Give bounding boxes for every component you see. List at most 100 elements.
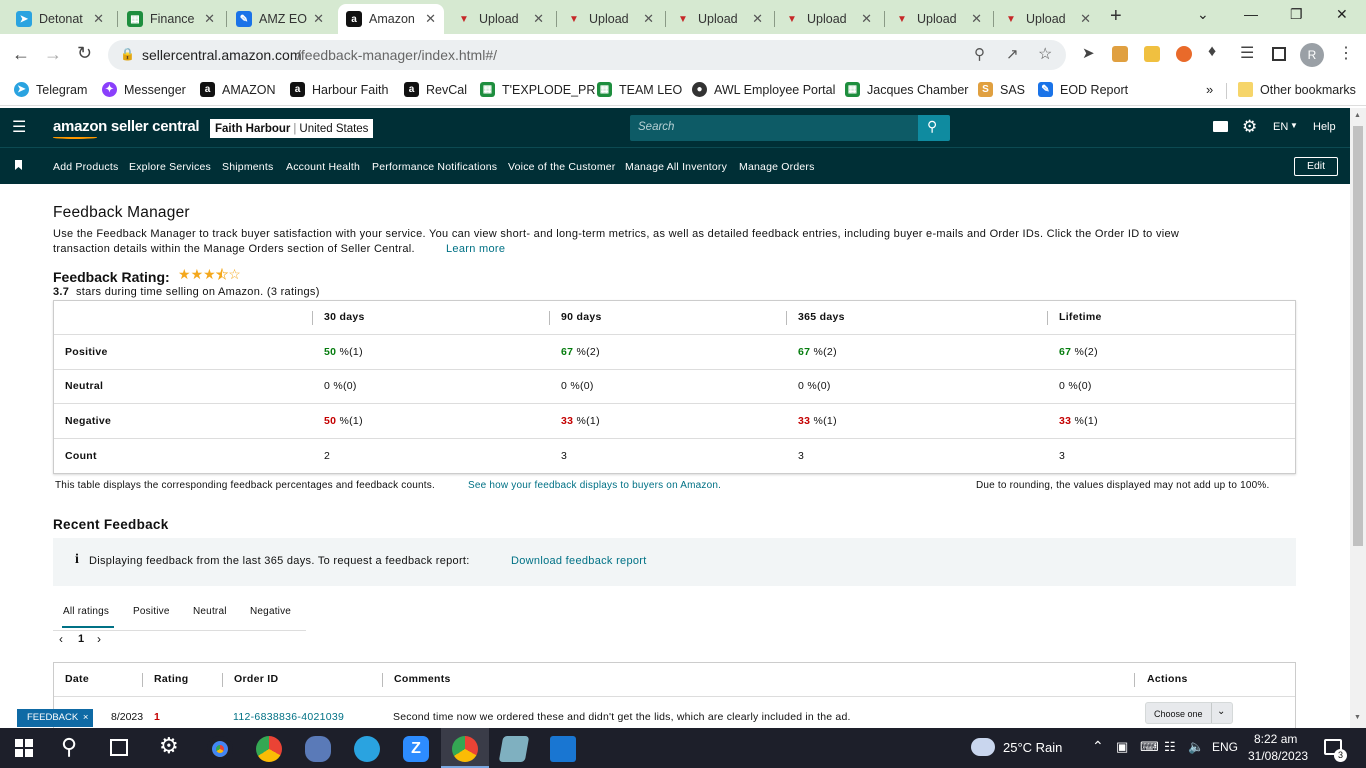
settings-gear-icon[interactable]: ⚙ [159,733,179,759]
scroll-up-icon[interactable]: ▲ [1354,112,1361,119]
seller-central-logo[interactable]: amazon seller central [53,118,200,135]
close-tab-icon[interactable]: ✕ [533,11,544,27]
volume-icon[interactable]: 🔈 [1188,739,1204,755]
rating-filter-tab[interactable]: Negative [250,606,291,617]
nav-item[interactable]: Account Health [286,161,360,173]
bookmark-item[interactable]: ▦ TEAM LEO [597,82,682,97]
browser-tab[interactable]: ▼ Upload ✕ [776,4,880,34]
page-scrollbar[interactable]: ▲ ▼ [1350,108,1366,728]
download-feedback-report-link[interactable]: Download feedback report [511,555,647,567]
mail-icon[interactable] [1213,121,1228,132]
task-view-icon[interactable] [110,739,128,756]
meet-icon[interactable]: ▣ [1116,739,1128,755]
close-tab-icon[interactable]: ✕ [425,11,436,27]
profile-avatar[interactable]: R [1300,43,1324,67]
browser-tab[interactable]: ▦ Finance ✕ [119,4,223,34]
scrollbar-thumb[interactable] [1353,126,1363,546]
extension-fox-icon[interactable] [1176,46,1192,62]
minimize-icon[interactable]: — [1244,6,1258,22]
rating-filter-tab[interactable]: All ratings [63,606,109,617]
rating-filter-tab[interactable]: Neutral [193,606,227,617]
chevron-down-icon[interactable]: ⌄ [1197,6,1209,23]
actions-dropdown[interactable]: Choose one ⌄ [1145,702,1233,724]
side-panel-icon[interactable] [1272,47,1286,61]
help-link[interactable]: Help [1313,121,1336,133]
close-tab-icon[interactable]: ✕ [204,11,215,27]
browser-tab[interactable]: ▼ Upload ✕ [558,4,662,34]
browser-tab[interactable]: ▼ Upload ✕ [886,4,990,34]
chrome-icon[interactable] [452,736,478,762]
nav-item[interactable]: Manage Orders [739,161,815,173]
extension-boost-icon[interactable] [1144,46,1160,62]
nav-item[interactable]: Add Products [53,161,118,173]
bookmark-item[interactable]: a AMAZON [200,82,275,97]
order-id-link[interactable]: 112-6838836-4021039 [233,711,344,723]
bookmark-item[interactable]: ✎ EOD Report [1038,82,1128,97]
close-tab-icon[interactable]: ✕ [643,11,654,27]
back-icon[interactable]: ← [12,44,30,65]
close-tab-icon[interactable]: ✕ [971,11,982,27]
account-switcher[interactable]: Faith Harbour | United States [210,119,374,138]
nav-item[interactable]: Voice of the Customer [508,161,616,173]
windows-start-icon[interactable] [15,739,33,757]
share-icon[interactable]: ↗ [1006,45,1019,63]
paint-icon[interactable] [305,736,331,762]
address-bar[interactable]: 🔒 sellercentral.amazon.com /feedback-man… [108,40,1066,70]
browser-tab[interactable]: a Amazon ✕ [338,4,444,34]
input-indicator-icon[interactable]: ⌨ [1140,739,1159,755]
tray-chevron-up-icon[interactable]: ⌃ [1092,738,1104,755]
close-window-icon[interactable]: ✕ [1336,6,1348,23]
browser-tab[interactable]: ▼ Upload ✕ [667,4,771,34]
language-selector[interactable]: EN [1273,121,1288,133]
close-tab-icon[interactable]: ✕ [1080,11,1091,27]
bookmark-item[interactable]: S SAS [978,82,1025,97]
bookmark-star-icon[interactable]: ☆ [1038,44,1052,64]
chrome-icon[interactable] [256,736,282,762]
zoom-app-icon[interactable]: Z [403,736,429,762]
weather-rain-icon[interactable] [971,738,995,756]
extension-honey-icon[interactable] [1112,46,1128,62]
extension-arrow-icon[interactable]: ➤ [1082,44,1095,62]
language-indicator[interactable]: ENG [1212,740,1238,754]
search-button[interactable]: ⚲ [918,115,950,141]
search-icon[interactable]: ⚲ [61,734,77,760]
bookmark-icon[interactable] [15,160,22,170]
chrome-icon[interactable] [207,736,233,762]
bookmark-item[interactable]: ✦ Messenger [102,82,186,97]
next-page-icon[interactable]: › [97,632,101,646]
nav-item[interactable]: Performance Notifications [372,161,497,173]
close-tab-icon[interactable]: ✕ [752,11,763,27]
rating-filter-tab[interactable]: Positive [133,606,170,617]
close-tab-icon[interactable]: ✕ [861,11,872,27]
nav-item[interactable]: Shipments [222,161,273,173]
browser-tab[interactable]: ▼ Upload ✕ [448,4,552,34]
bookmark-item[interactable]: a RevCal [404,82,467,97]
bookmark-item[interactable]: ➤ Telegram [14,82,87,97]
new-tab-plus-icon[interactable]: + [1110,5,1122,28]
notes-app-icon[interactable] [498,736,530,762]
scroll-down-icon[interactable]: ▼ [1354,714,1361,721]
extensions-puzzle-icon[interactable]: ♦ [1208,43,1216,61]
browser-tab[interactable]: ▼ Upload ✕ [995,4,1099,34]
browser-tab[interactable]: ➤ Detonat ✕ [8,4,112,34]
feedback-tab-button[interactable]: FEEDBACK × [17,709,93,727]
browser-tab[interactable]: ✎ AMZ EO ✕ [228,4,332,34]
telegram-icon[interactable] [354,736,380,762]
see-how-feedback-displays-link[interactable]: See how your feedback displays to buyers… [468,480,721,491]
bookmark-item[interactable]: a Harbour Faith [290,82,388,97]
hamburger-menu-icon[interactable]: ☰ [12,117,26,137]
bookmark-item[interactable]: ● AWL Employee Portal [692,82,835,97]
nav-item[interactable]: Manage All Inventory [625,161,727,173]
zoom-icon[interactable]: ⚲ [974,45,985,63]
clock-time[interactable]: 8:22 am [1254,732,1297,746]
weather-text[interactable]: 25°C Rain [1003,740,1062,755]
edit-nav-button[interactable]: Edit [1294,157,1338,176]
bookmark-item[interactable]: ▦ T'EXPLODE_PR [480,82,595,97]
search-input[interactable]: Search [630,115,919,141]
bookmark-item[interactable]: ▦ Jacques Chamber [845,82,968,97]
menu-kebab-icon[interactable]: ⋮ [1338,43,1354,63]
page-number[interactable]: 1 [78,633,84,645]
close-icon[interactable]: × [83,712,89,723]
network-icon[interactable]: ☷ [1164,739,1176,755]
bookmarks-overflow-icon[interactable]: » [1206,82,1213,97]
